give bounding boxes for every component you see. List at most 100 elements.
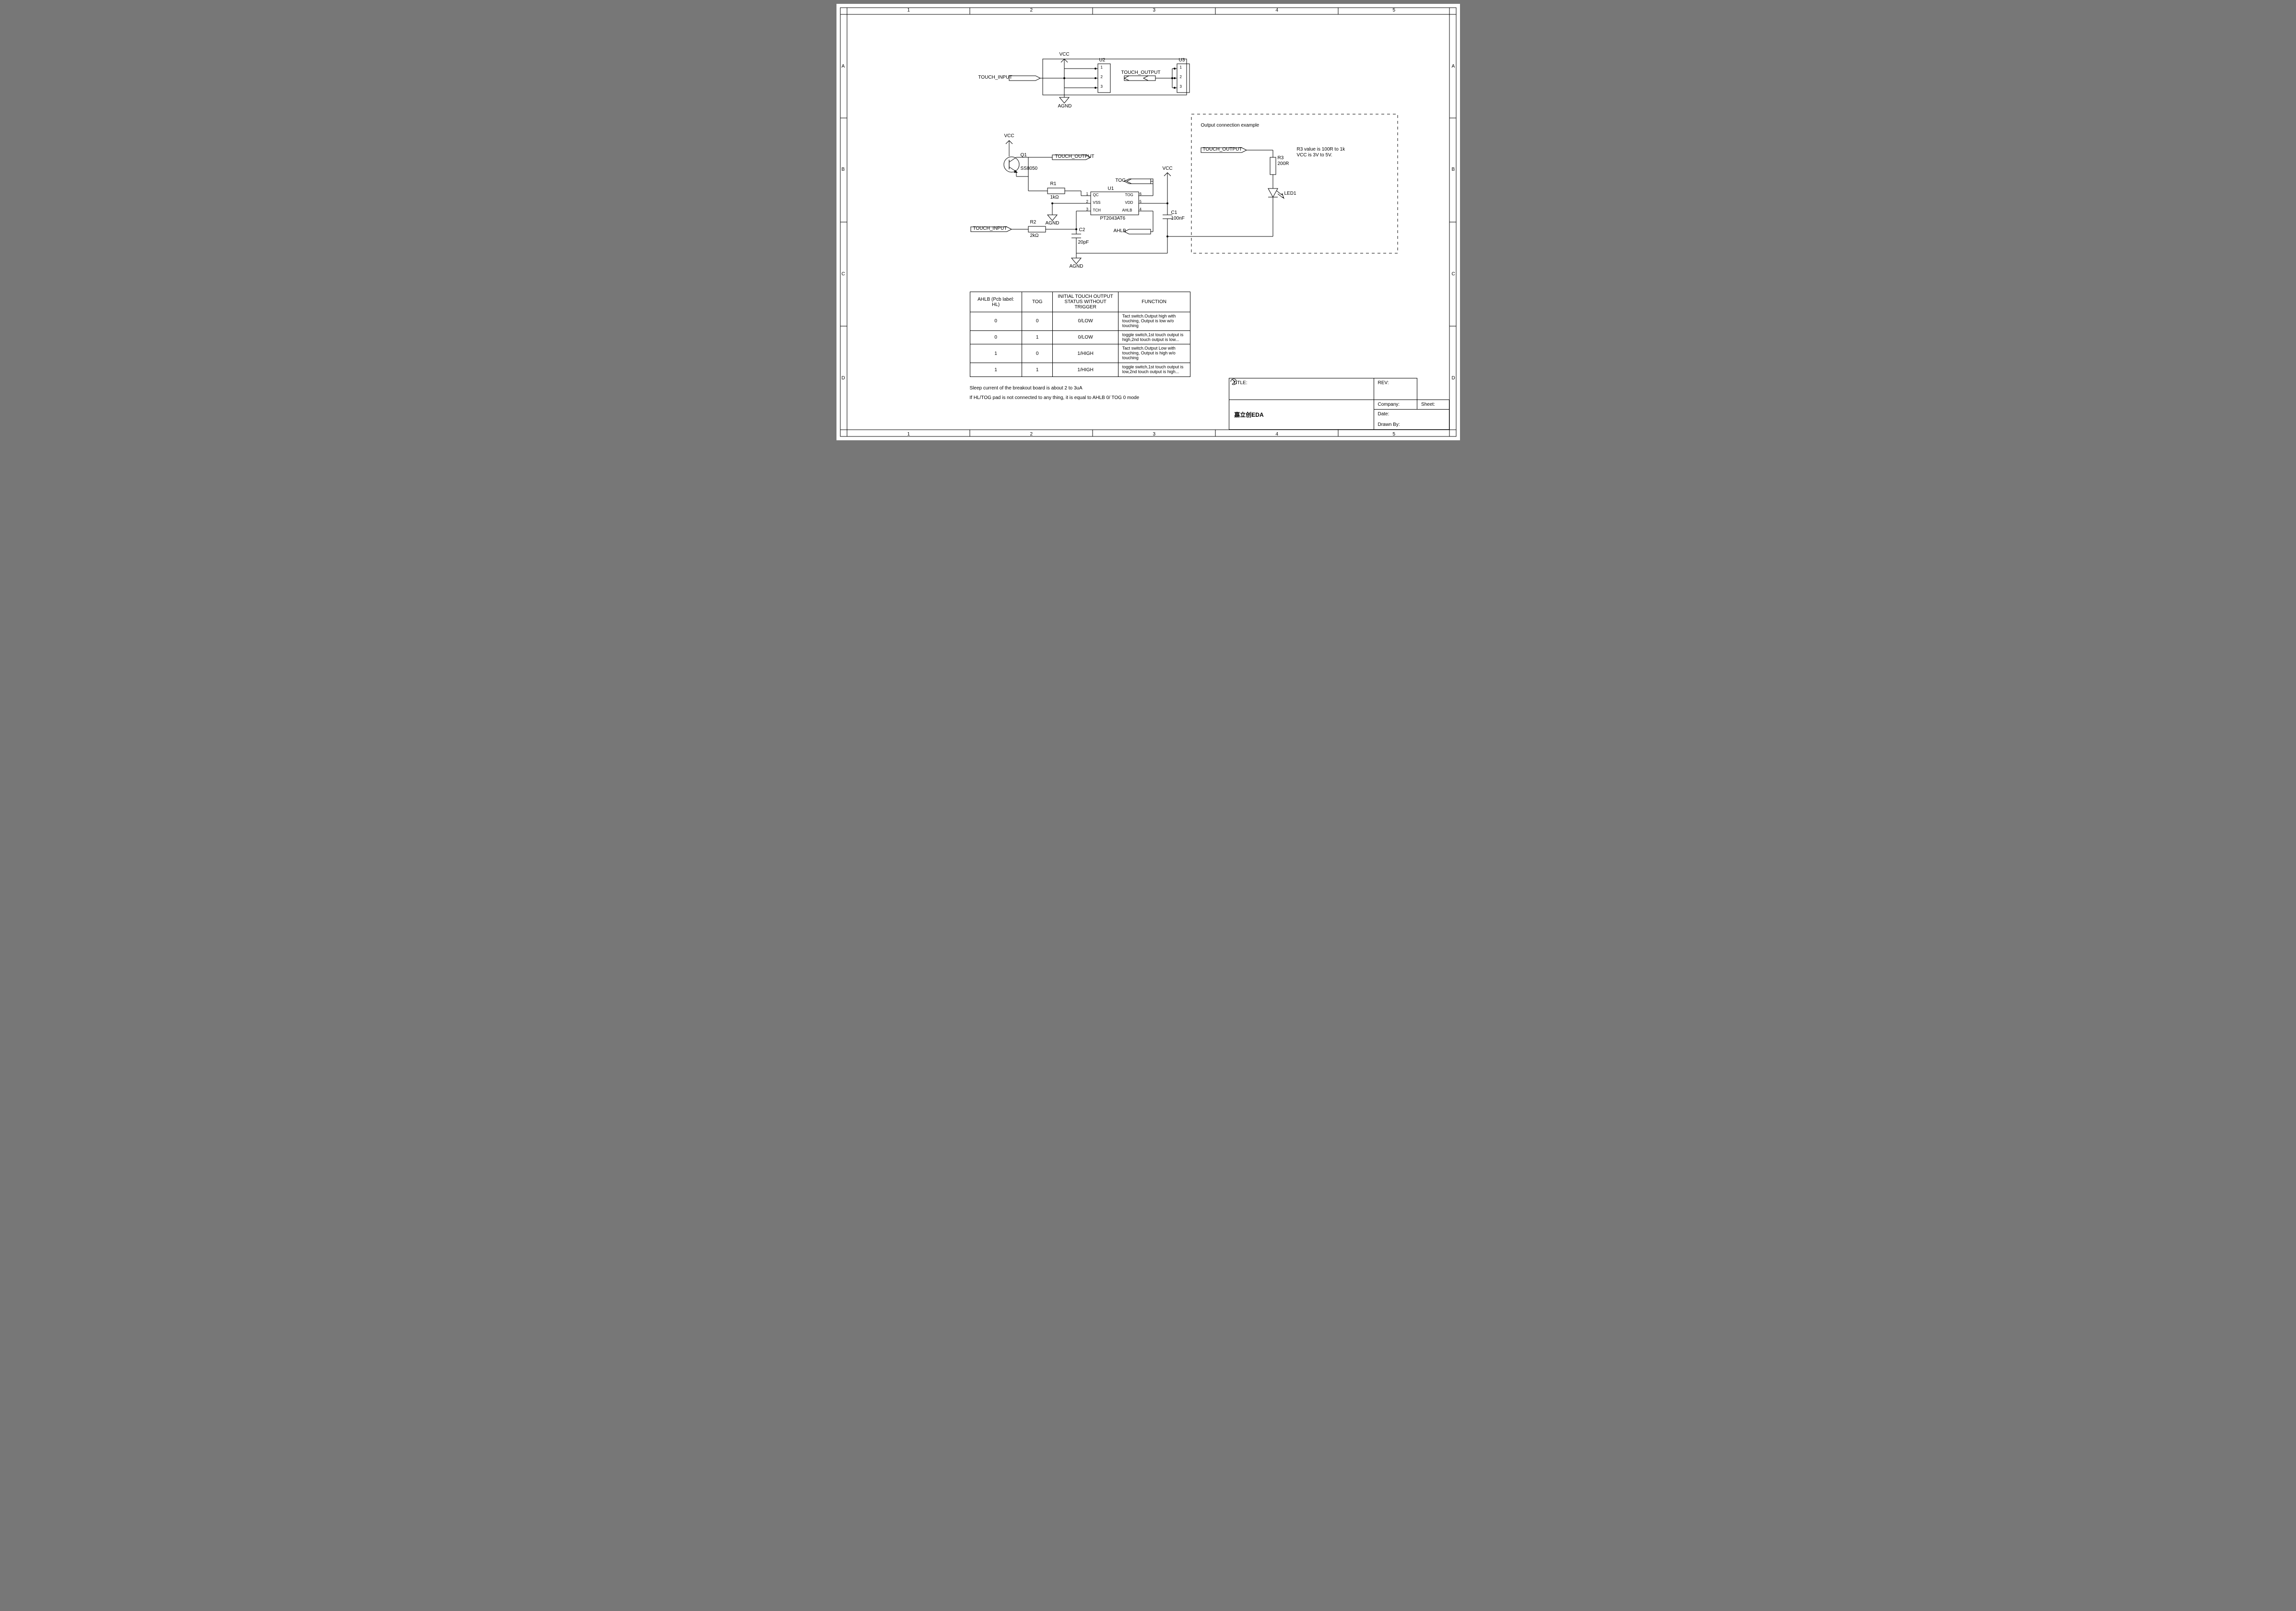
net-vcc-top: VCC: [1060, 52, 1070, 57]
mode-table-el: AHLB (Pcb label: HL) TOG INITIAL TOUCH O…: [970, 292, 1190, 377]
ruler-row-c: C: [842, 271, 845, 277]
ruler-row-ar: A: [1452, 64, 1455, 69]
val-r1: 1kΩ: [1050, 195, 1059, 200]
example-block: [1166, 114, 1398, 253]
ref-r1: R1: [1050, 181, 1057, 187]
u1-pin5: VDD: [1125, 200, 1133, 205]
net-agnd-top: AGND: [1058, 104, 1072, 109]
net-touch-output-q1: TOUCH_OUTPUT: [1055, 154, 1095, 159]
ruler-row-br: B: [1452, 167, 1455, 172]
ruler-row-cr: C: [1452, 271, 1455, 277]
u3-pin1: 1: [1180, 65, 1182, 70]
u1-pin4n: 4: [1140, 207, 1142, 212]
ruler-col-2: 2: [1030, 8, 1033, 13]
cell-status: 0/LOW: [1053, 312, 1118, 331]
ref-q1: Q1: [1021, 153, 1027, 158]
val-c2: 20pF: [1078, 240, 1089, 245]
cell-func: Tact switch.Output high with touching, O…: [1118, 312, 1190, 331]
mode-table: AHLB (Pcb label: HL) TOG INITIAL TOUCH O…: [970, 292, 1190, 377]
tb-rev-label: REV:: [1378, 380, 1389, 386]
part-u1: PT2043AT6: [1100, 216, 1126, 221]
cell-tog: 0: [1022, 312, 1053, 331]
table-row: 1 0 1/HIGH Tact switch.Output Low with t…: [970, 344, 1190, 363]
ref-c1: C1: [1171, 210, 1177, 215]
ruler-col-3b: 3: [1153, 432, 1156, 437]
ruler-col-1b: 1: [907, 432, 910, 437]
u3-pin3: 3: [1180, 84, 1182, 89]
title-block: TITLE: REV: 嘉立创EDA Company: Sheet: Date:: [1229, 378, 1449, 430]
u2-pin3: 3: [1101, 84, 1103, 89]
net-ahlb: AHLB: [1114, 228, 1126, 234]
ruler-row-d: D: [842, 376, 845, 381]
net-touch-output-ex: TOUCH_OUTPUT: [1203, 147, 1242, 152]
u1-pin6: TOG: [1125, 193, 1133, 197]
net-touch-input-main: TOUCH_INPUT: [973, 226, 1007, 231]
hdr-func: FUNCTION: [1118, 292, 1190, 312]
table-row: AHLB (Pcb label: HL) TOG INITIAL TOUCH O…: [970, 292, 1190, 312]
u1-pin5n: 5: [1140, 200, 1142, 204]
ruler-col-1: 1: [907, 8, 910, 13]
ruler-col-2b: 2: [1030, 432, 1033, 437]
val-r3: 200R: [1278, 161, 1289, 166]
u2-pin1: 1: [1101, 65, 1103, 70]
cell-func: toggle switch,1st touch output is low,2n…: [1118, 363, 1190, 377]
net-agnd-main: AGND: [1070, 264, 1083, 269]
hdr-status: INITIAL TOUCH OUTPUT STATUS WITHOUT TRIG…: [1053, 292, 1118, 312]
tb-drawn-label: Drawn By:: [1378, 422, 1400, 427]
ref-led1: LED1: [1284, 191, 1296, 196]
example-title: Output connection example: [1201, 123, 1260, 128]
ruler-col-4b: 4: [1276, 432, 1279, 437]
table-row: 0 1 0/LOW toggle switch,1st touch output…: [970, 330, 1190, 344]
ruler-col-5: 5: [1393, 8, 1396, 13]
u1-pin2: VSS: [1093, 200, 1101, 205]
cell-status: 0/LOW: [1053, 330, 1118, 344]
cell-tog: 1: [1022, 330, 1053, 344]
ruler-row-b: B: [842, 167, 845, 172]
u3-pin2: 2: [1180, 75, 1182, 79]
cell-ahlb: 1: [970, 344, 1022, 363]
cell-ahlb: 0: [970, 312, 1022, 331]
val-c1: 100nF: [1171, 216, 1185, 221]
ref-u3: U3: [1179, 58, 1185, 63]
cell-status: 1/HIGH: [1053, 363, 1118, 377]
u1-pin2n: 2: [1086, 200, 1088, 204]
ruler-col-5b: 5: [1393, 432, 1396, 437]
u1-pin4: AHLB: [1122, 208, 1132, 212]
note-r3-line1: R3 value is 100R to 1k: [1297, 147, 1345, 152]
net-touch-input-top: TOUCH_INPUT: [978, 75, 1013, 80]
val-r2: 2kΩ: [1030, 233, 1039, 238]
u1-pin6n: 6: [1140, 192, 1142, 196]
ref-c2: C2: [1079, 227, 1085, 233]
cell-func: toggle switch,1st touch output is high,2…: [1118, 330, 1190, 344]
u1-pin1: QC: [1093, 193, 1099, 197]
u1-pin3n: 3: [1086, 207, 1088, 212]
eda-logo-text: 嘉立创EDA: [1234, 412, 1263, 418]
net-vcc-q1: VCC: [1004, 133, 1014, 139]
note-2: If HL/TOG pad is not connected to any th…: [970, 395, 1140, 400]
u2-pin2: 2: [1101, 75, 1103, 79]
hdr-ahlb: AHLB (Pcb label: HL): [970, 292, 1022, 312]
ruler-col-3: 3: [1153, 8, 1156, 13]
ref-u1: U1: [1108, 186, 1114, 191]
cell-status: 1/HIGH: [1053, 344, 1118, 363]
net-agnd-vss: AGND: [1046, 221, 1060, 226]
ref-r2: R2: [1030, 220, 1036, 225]
cell-ahlb: 0: [970, 330, 1022, 344]
ruler-col-4: 4: [1276, 8, 1279, 13]
cell-ahlb: 1: [970, 363, 1022, 377]
u1-pin3: TCH: [1093, 208, 1101, 212]
ruler-row-a: A: [842, 64, 845, 69]
ref-u2: U2: [1099, 58, 1106, 63]
hdr-tog: TOG: [1022, 292, 1053, 312]
note-r3-line2: VCC is 3V to 5V.: [1297, 153, 1332, 158]
table-row: 0 0 0/LOW Tact switch.Output high with t…: [970, 312, 1190, 331]
tb-sheet-label: Sheet:: [1421, 402, 1435, 407]
tb-company-label: Company:: [1378, 402, 1400, 407]
net-touch-output-top: TOUCH_OUTPUT: [1121, 70, 1161, 75]
table-row: 1 1 1/HIGH toggle switch,1st touch outpu…: [970, 363, 1190, 377]
top-header: [1009, 59, 1189, 103]
schematic-sheet: line, rect, path, polyline, polygon, cir…: [836, 4, 1460, 440]
cell-tog: 0: [1022, 344, 1053, 363]
net-vcc-u1: VCC: [1163, 166, 1173, 171]
ruler-row-dr: D: [1452, 376, 1455, 381]
